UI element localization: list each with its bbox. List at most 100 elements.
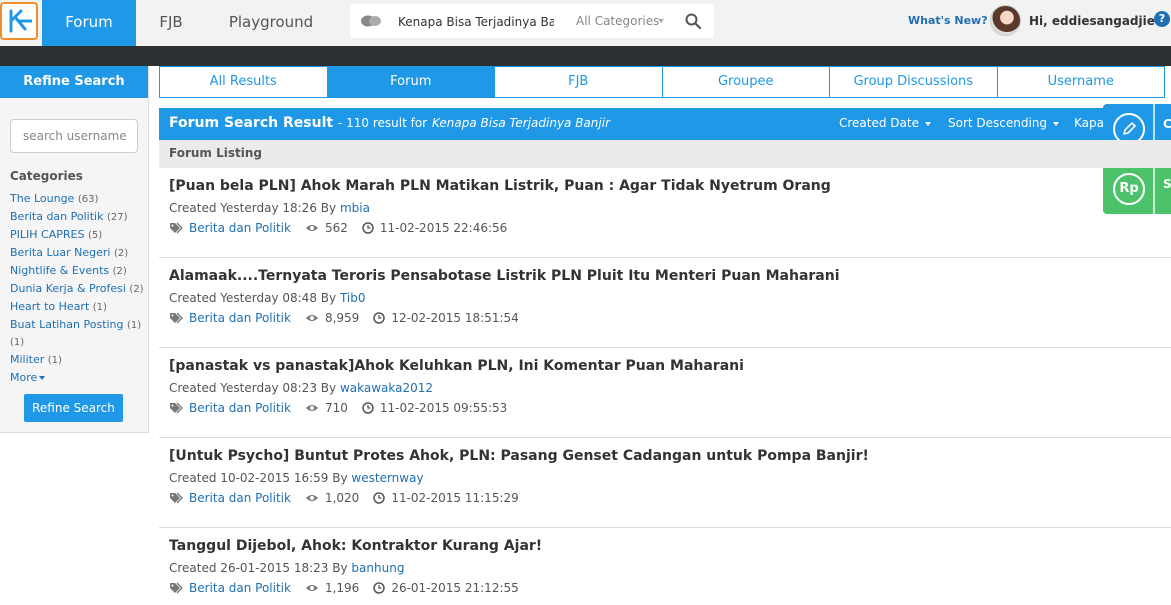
search-input[interactable] xyxy=(398,12,554,32)
created-text: Created 26-01-2015 18:23 By xyxy=(169,561,348,575)
author-link[interactable]: Tib0 xyxy=(340,291,366,305)
category-link[interactable]: Dunia Kerja & Profesi xyxy=(10,282,126,295)
sort-order-dropdown[interactable]: Sort Descending xyxy=(948,116,1060,130)
search-icon[interactable] xyxy=(684,12,702,30)
category-link[interactable]: Buat Latihan Posting xyxy=(10,318,124,331)
category-item[interactable]: Dunia Kerja & Profesi (2) xyxy=(10,280,145,298)
thread-meta: Berita dan Politik 8,959 12-02-2015 18:5… xyxy=(169,311,519,325)
view-count: 8,959 xyxy=(324,311,360,325)
category-list: The Lounge (63) Berita dan Politik (27) … xyxy=(10,190,145,386)
sort-by-label: Created Date xyxy=(839,116,919,130)
thread-title-link[interactable]: Tanggul Dijebol, Ahok: Kontraktor Kurang… xyxy=(169,538,542,554)
category-link[interactable]: Berita Luar Negeri xyxy=(10,246,110,259)
chevron-down-icon xyxy=(1053,121,1060,126)
category-link[interactable]: Militer xyxy=(10,353,44,366)
clock-icon xyxy=(373,312,386,324)
category-count: (5) xyxy=(87,230,103,241)
tag-icon xyxy=(170,492,183,504)
sort-by-dropdown[interactable]: Created Date xyxy=(839,116,931,130)
result-query: Kenapa Bisa Terjadinya Banjir xyxy=(431,116,611,130)
search-box: All Categories xyxy=(350,4,714,38)
category-link[interactable]: Berita dan Politik xyxy=(189,311,291,325)
chevron-down-icon xyxy=(39,376,46,380)
author-link[interactable]: westernway xyxy=(351,471,423,485)
category-item[interactable]: Berita Luar Negeri (2) xyxy=(10,244,145,262)
author-link[interactable]: banhung xyxy=(351,561,404,575)
category-link[interactable]: Berita dan Politik xyxy=(10,210,103,223)
list-item: [Puan bela PLN] Ahok Marah PLN Matikan L… xyxy=(159,168,1171,258)
author-link[interactable]: mbia xyxy=(340,201,370,215)
nav-forum[interactable]: Forum xyxy=(42,0,136,46)
tab-group-discussions[interactable]: Group Discussions xyxy=(830,67,998,97)
kaskus-logo-icon[interactable] xyxy=(0,2,38,40)
more-categories[interactable]: More xyxy=(10,369,145,386)
refine-search-button[interactable]: Refine Search xyxy=(24,394,123,422)
clock-icon xyxy=(362,402,374,414)
thread-created: Created Yesterday 08:48 By Tib0 xyxy=(169,291,365,305)
thread-title-link[interactable]: [panastak vs panastak]Ahok Keluhkan PLN,… xyxy=(169,358,744,374)
listing-label: Forum Listing xyxy=(169,146,262,160)
created-text: Created Yesterday 08:48 By xyxy=(169,291,337,305)
category-count: (1) xyxy=(10,337,25,348)
clock-icon xyxy=(373,492,386,504)
eye-icon xyxy=(305,225,318,231)
category-link[interactable]: PILIH CAPRES xyxy=(10,228,84,241)
nav-playground[interactable]: Playground xyxy=(218,0,324,46)
tag-icon xyxy=(170,582,183,594)
sub-navigation-strip xyxy=(0,46,1171,66)
category-link[interactable]: Berita dan Politik xyxy=(189,491,291,505)
category-count: (1) xyxy=(92,302,107,313)
category-link[interactable]: The Lounge xyxy=(10,192,74,205)
category-link[interactable]: Berita dan Politik xyxy=(189,221,291,235)
category-item[interactable]: (1) xyxy=(10,334,145,351)
user-greeting[interactable]: Hi, eddiesangadjie xyxy=(1029,14,1155,28)
more-link[interactable]: More xyxy=(10,371,37,384)
thread-title-link[interactable]: [Puan bela PLN] Ahok Marah PLN Matikan L… xyxy=(169,178,831,194)
tab-groupee[interactable]: Groupee xyxy=(662,67,830,97)
view-count: 1,020 xyxy=(324,491,360,505)
sort-extra-dropdown[interactable]: Kapa xyxy=(1074,116,1104,130)
category-item[interactable]: PILIH CAPRES (5) xyxy=(10,226,145,244)
clock-icon xyxy=(373,582,386,594)
last-post-time: 11-02-2015 09:55:53 xyxy=(379,401,508,415)
nav-fjb[interactable]: FJB xyxy=(150,0,192,46)
thread-meta: Berita dan Politik 710 11-02-2015 09:55:… xyxy=(169,401,507,415)
result-title: Forum Search Result - 110 result for Ken… xyxy=(169,115,610,131)
tag-icon xyxy=(170,312,183,324)
username-search-input[interactable] xyxy=(10,119,138,153)
category-item[interactable]: Nightlife & Events (2) xyxy=(10,262,145,280)
tab-fjb[interactable]: FJB xyxy=(495,67,663,97)
created-text: Created Yesterday 18:26 By xyxy=(169,201,337,215)
avatar[interactable] xyxy=(990,5,1021,36)
category-link[interactable]: Berita dan Politik xyxy=(189,401,291,415)
tab-username[interactable]: Username xyxy=(997,67,1164,97)
thread-created: Created 26-01-2015 18:23 By banhung xyxy=(169,561,404,575)
thread-created: Created Yesterday 18:26 By mbia xyxy=(169,201,370,215)
category-link[interactable]: Berita dan Politik xyxy=(189,581,291,595)
thread-meta: Berita dan Politik 562 11-02-2015 22:46:… xyxy=(169,221,507,235)
result-title-text: Forum Search Result xyxy=(169,115,334,131)
category-item[interactable]: Militer (1) xyxy=(10,351,145,369)
tab-forum[interactable]: Forum xyxy=(327,67,495,97)
category-item[interactable]: The Lounge (63) xyxy=(10,190,145,208)
category-item[interactable]: Buat Latihan Posting (1) xyxy=(10,316,145,334)
clock-icon xyxy=(362,222,374,234)
whats-new-link[interactable]: What's New? xyxy=(908,14,988,27)
tab-all-results[interactable]: All Results xyxy=(160,67,328,97)
help-icon[interactable]: ? xyxy=(1154,11,1170,27)
category-item[interactable]: Berita dan Politik (27) xyxy=(10,208,145,226)
category-count: (1) xyxy=(47,355,62,366)
last-post-time: 11-02-2015 11:15:29 xyxy=(391,491,519,505)
eye-icon xyxy=(305,405,318,411)
category-link[interactable]: Nightlife & Events xyxy=(10,264,109,277)
thread-title-link[interactable]: [Untuk Psycho] Buntut Protes Ahok, PLN: … xyxy=(169,448,869,464)
view-count: 562 xyxy=(324,221,348,235)
category-link[interactable]: Heart to Heart xyxy=(10,300,89,313)
chat-icon[interactable] xyxy=(360,14,382,28)
thread-title-link[interactable]: Alamaak....Ternyata Teroris Pensabotase … xyxy=(169,268,840,284)
category-item[interactable]: Heart to Heart (1) xyxy=(10,298,145,316)
chevron-down-icon xyxy=(925,121,931,126)
author-link[interactable]: wakawaka2012 xyxy=(340,381,433,395)
tag-icon xyxy=(170,222,183,234)
listing-bar: Forum Listing xyxy=(159,140,1171,168)
